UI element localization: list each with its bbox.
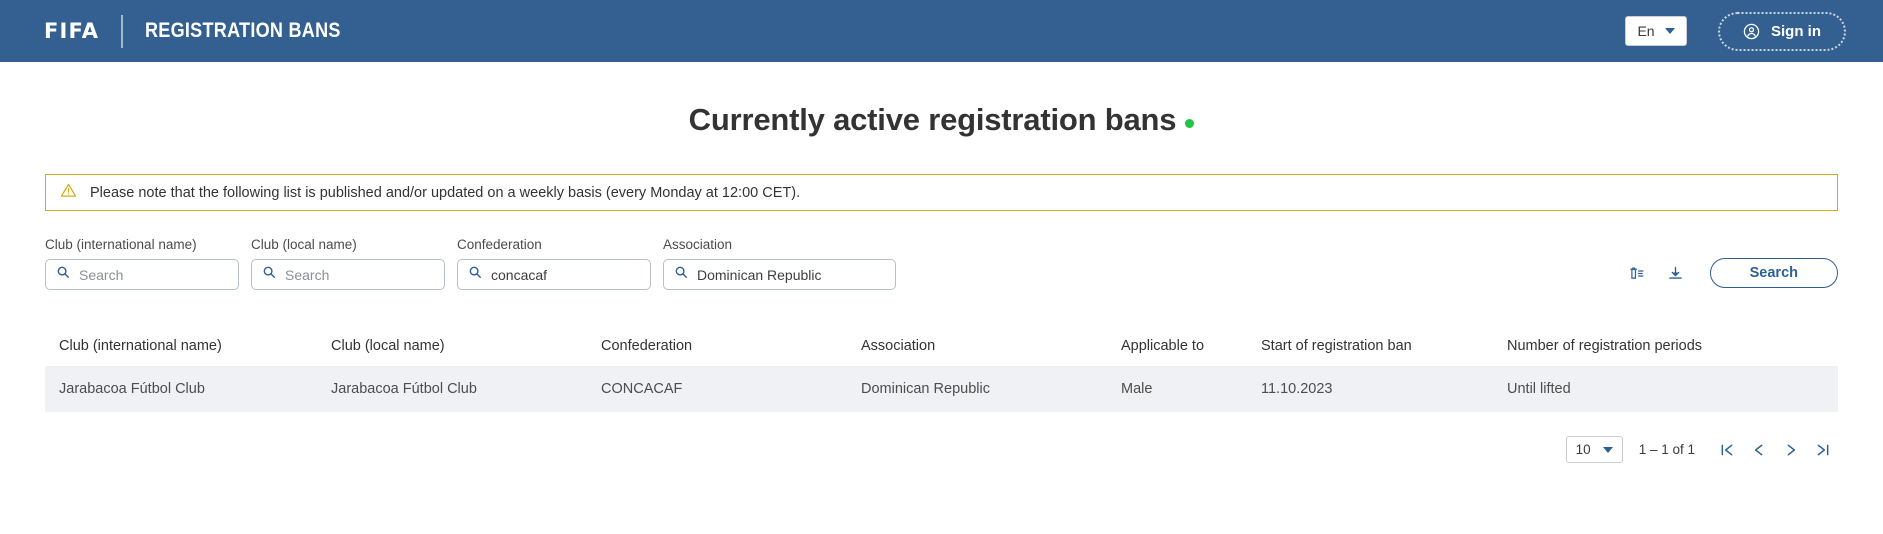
page-title: Currently active registration bans xyxy=(0,102,1883,138)
notice-banner: Please note that the following list is p… xyxy=(45,174,1838,211)
filter-label: Club (international name) xyxy=(45,237,197,252)
search-input-wrapper[interactable] xyxy=(45,259,239,290)
column-header-registration-periods: Number of registration periods xyxy=(1507,338,1703,354)
user-account-icon xyxy=(1743,23,1760,40)
sign-in-label: Sign in xyxy=(1771,22,1821,40)
column-header-club-international: Club (international name) xyxy=(59,338,222,354)
cell-start-of-ban: 11.10.2023 xyxy=(1261,381,1333,397)
page-size-selector[interactable]: 10 xyxy=(1565,436,1623,463)
last-page-icon[interactable] xyxy=(1815,442,1831,458)
filter-label: Association xyxy=(663,237,733,252)
search-input[interactable] xyxy=(79,266,228,283)
search-icon xyxy=(56,265,70,284)
app-header: FIFA REGISTRATION BANS En Sign in xyxy=(0,0,1883,62)
chevron-down-icon xyxy=(1664,28,1675,34)
search-input[interactable] xyxy=(491,266,640,283)
search-icon xyxy=(262,265,276,284)
search-icon xyxy=(674,265,688,284)
cell-club-local: Jarabacoa Fútbol Club xyxy=(331,381,477,397)
results-table: Club (international name) Club (local na… xyxy=(45,326,1838,412)
search-button[interactable]: Search xyxy=(1709,258,1838,288)
filter-club-local: Club (local name) xyxy=(251,237,445,290)
cell-association: Dominican Republic xyxy=(861,381,990,397)
page-size-value: 10 xyxy=(1575,442,1591,457)
cell-applicable-to: Male xyxy=(1121,381,1153,397)
filter-confederation: Confederation xyxy=(457,237,651,290)
filter-club-international: Club (international name) xyxy=(45,237,239,290)
search-input[interactable] xyxy=(285,266,434,283)
column-header-association: Association xyxy=(861,338,936,354)
filter-association: Association xyxy=(663,237,896,290)
filter-label: Club (local name) xyxy=(251,237,357,252)
cell-club-international: Jarabacoa Fútbol Club xyxy=(59,381,205,397)
pager-controls xyxy=(1719,442,1831,458)
chevron-down-icon xyxy=(1602,446,1613,453)
language-selector[interactable]: En xyxy=(1625,16,1687,46)
page-range-label: 1 – 1 of 1 xyxy=(1638,442,1695,457)
column-header-confederation: Confederation xyxy=(601,338,693,354)
clear-filters-icon[interactable] xyxy=(1628,265,1645,282)
column-header-start-of-ban: Start of registration ban xyxy=(1261,338,1412,354)
app-title: REGISTRATION BANS xyxy=(145,19,341,42)
page-title-text: Currently active registration bans xyxy=(688,102,1177,137)
header-actions: En Sign in xyxy=(1625,11,1861,51)
table-header-row: Club (international name) Club (local na… xyxy=(45,326,1838,366)
brand: FIFA REGISTRATION BANS xyxy=(44,14,373,48)
pagination: 10 1 – 1 of 1 xyxy=(0,436,1883,463)
download-icon[interactable] xyxy=(1667,265,1684,282)
warning-triangle-icon xyxy=(60,182,77,204)
cell-registration-periods: Until lifted xyxy=(1507,381,1571,397)
sign-in-button[interactable]: Sign in xyxy=(1718,11,1846,51)
table-row[interactable]: Jarabacoa Fútbol Club Jarabacoa Fútbol C… xyxy=(45,366,1838,412)
next-page-icon[interactable] xyxy=(1783,442,1799,458)
notice-text: Please note that the following list is p… xyxy=(90,184,801,201)
search-input-wrapper[interactable] xyxy=(457,259,651,290)
search-icon xyxy=(468,265,482,284)
brand-divider xyxy=(121,14,124,48)
fifa-logo: FIFA xyxy=(44,19,100,43)
previous-page-icon[interactable] xyxy=(1751,442,1767,458)
cell-confederation: CONCACAF xyxy=(601,381,683,397)
language-value: En xyxy=(1637,23,1655,39)
column-header-club-local: Club (local name) xyxy=(331,338,445,354)
filter-label: Confederation xyxy=(457,237,542,252)
search-input-wrapper[interactable] xyxy=(251,259,445,290)
first-page-icon[interactable] xyxy=(1719,442,1735,458)
search-input[interactable] xyxy=(697,266,885,283)
search-input-wrapper[interactable] xyxy=(663,259,896,290)
green-dot-accent xyxy=(1185,119,1195,128)
column-header-applicable-to: Applicable to xyxy=(1121,338,1205,354)
filter-actions: Search xyxy=(1628,258,1838,290)
filter-bar: Club (international name) Club (local na… xyxy=(0,237,1883,290)
